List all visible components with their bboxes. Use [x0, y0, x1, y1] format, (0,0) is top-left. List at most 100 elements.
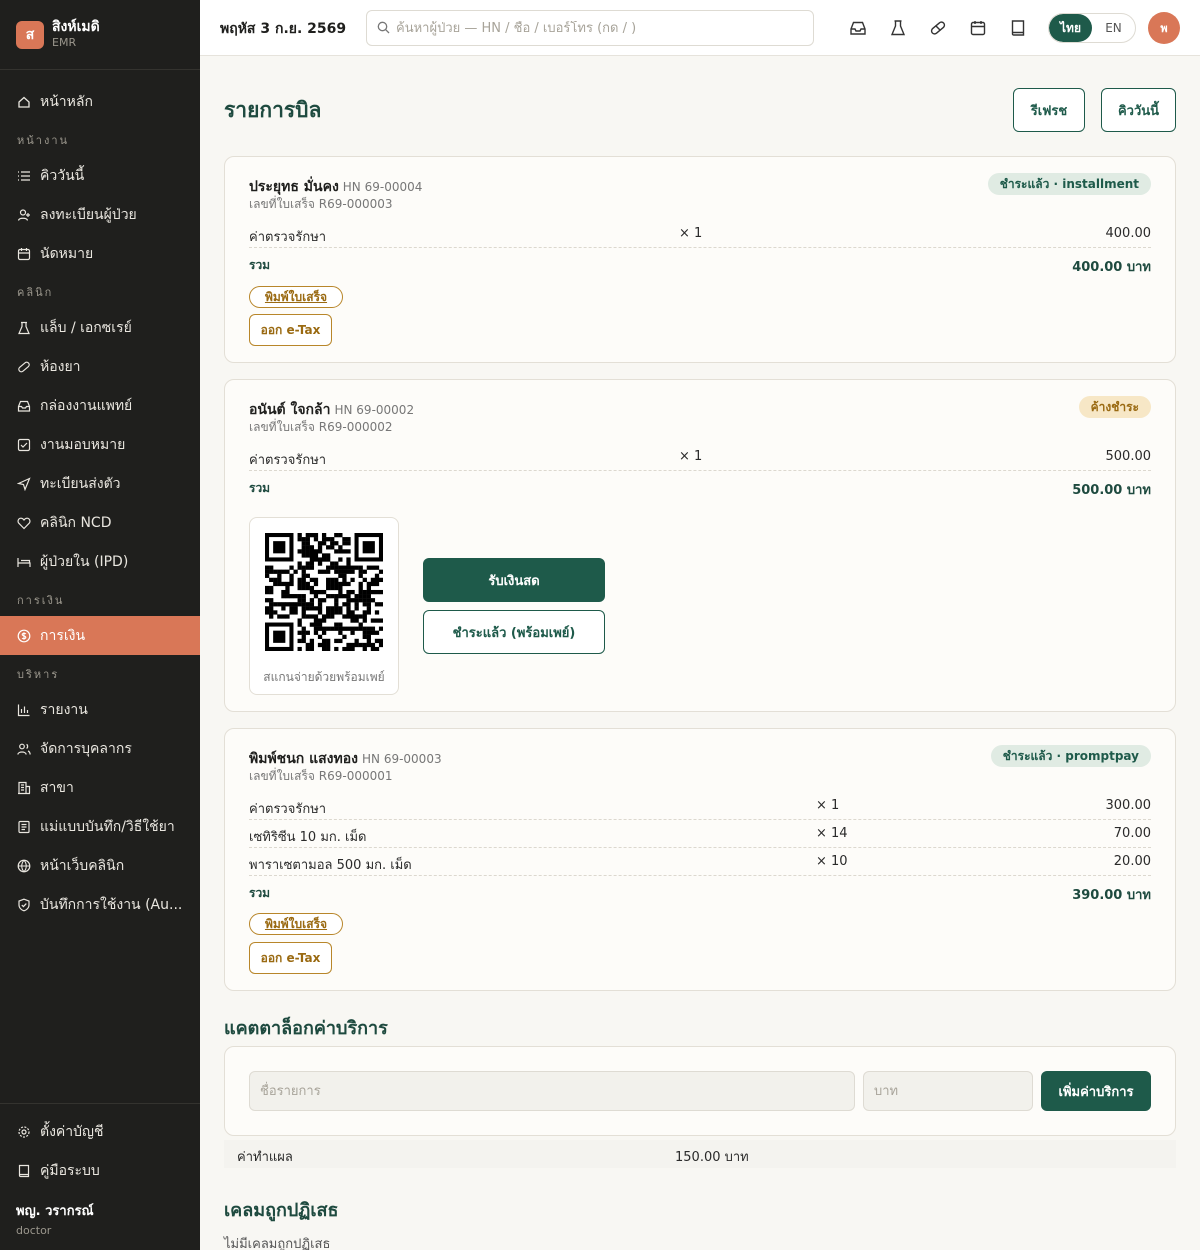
book-icon[interactable] — [1008, 18, 1028, 38]
sidebar-item-tasks[interactable]: งานมอบหมาย — [0, 425, 200, 464]
sidebar-item-staff[interactable]: จัดการบุคลากร — [0, 729, 200, 768]
page-title: รายการบิล — [224, 98, 322, 122]
qr-code — [265, 533, 383, 651]
user-name: พญ. วรากรณ์ — [16, 1204, 94, 1219]
sidebar-item-label: จัดการบุคลากร — [40, 740, 132, 757]
user-role: doctor — [16, 1224, 52, 1237]
sidebar-item-ipd[interactable]: ผู้ป่วยใน (IPD) — [0, 542, 200, 581]
today-queue-button[interactable]: คิววันนี้ — [1101, 88, 1176, 132]
shield-check-icon — [17, 898, 31, 912]
sidebar-item-register[interactable]: ลงทะเบียนผู้ป่วย — [0, 195, 200, 234]
sidebar-item-lab[interactable]: แล็บ / เอกซเรย์ — [0, 308, 200, 347]
bill-total: รวม 390.00 บาท — [249, 886, 1151, 903]
sidebar-item-label: สาขา — [40, 779, 74, 796]
sidebar-item-home[interactable]: หน้าหลัก — [0, 82, 200, 121]
sidebar-item-audit[interactable]: บันทึกการใช้งาน (Au... — [0, 885, 200, 924]
inbox-icon — [17, 399, 31, 413]
lang-th-option[interactable]: ไทย — [1049, 14, 1092, 42]
sidebar: ส สิงห์เมดิ EMR หน้าหลัก หน้างาน คิววันน… — [0, 0, 200, 1250]
brand-logo: ส — [16, 20, 44, 49]
calendar-icon — [17, 247, 31, 261]
document-icon — [17, 820, 31, 834]
brand-name: สิงห์เมดิ — [52, 19, 100, 35]
status-badge: ชำระแล้ว · installment — [987, 173, 1151, 195]
status-badge: ค้างชำระ — [1078, 396, 1151, 418]
sidebar-item-website[interactable]: หน้าเว็บคลินิก — [0, 846, 200, 885]
gear-icon — [17, 1125, 31, 1139]
search-input[interactable] — [396, 20, 796, 36]
search-icon — [377, 19, 390, 38]
bill-line-row: ค่าตรวจรักษา × 1 500.00 — [249, 443, 1151, 471]
bill-card: พิมพ์ชนก แสงทอง HN 69-00003 เลขที่ใบเสร็จ… — [224, 728, 1176, 991]
bar-chart-icon — [17, 703, 31, 717]
avatar[interactable]: พ — [1148, 12, 1180, 44]
catalog-item-price: 150.00 บาท — [675, 1150, 749, 1165]
sidebar-item-account-settings[interactable]: ตั้งค่าบัญชี — [0, 1112, 200, 1151]
sidebar-item-label: รายงาน — [40, 701, 88, 718]
heart-pulse-icon — [17, 516, 31, 530]
bill-total-value: 500.00 บาท — [1072, 483, 1151, 498]
brand[interactable]: ส สิงห์เมดิ EMR — [0, 0, 200, 70]
bill-line-row: เซทิริซีน 10 มก. เม็ด × 14 70.00 — [249, 820, 1151, 848]
catalog-price-field[interactable] — [863, 1071, 1033, 1111]
sidebar-item-templates[interactable]: แม่แบบบันทึก/วิธีใช้ยา — [0, 807, 200, 846]
sidebar-item-doctor-inbox[interactable]: กล่องงานแพทย์ — [0, 386, 200, 425]
check-square-icon — [17, 438, 31, 452]
list-icon — [17, 169, 31, 183]
sidebar-footer: ตั้งค่าบัญชี คู่มือระบบ พญ. วรากรณ์ doct… — [0, 1103, 200, 1237]
sidebar-item-billing[interactable]: การเงิน — [0, 616, 200, 655]
patient-search[interactable] — [366, 10, 814, 46]
sidebar-item-appointments[interactable]: นัดหมาย — [0, 234, 200, 273]
sidebar-item-label: แม่แบบบันทึก/วิธีใช้ยา — [40, 818, 175, 835]
sidebar-item-label: บันทึกการใช้งาน (Au... — [40, 896, 183, 913]
calendar-icon[interactable] — [968, 18, 988, 38]
language-toggle[interactable]: ไทย EN — [1048, 13, 1136, 43]
sidebar-item-manual[interactable]: คู่มือระบบ — [0, 1151, 200, 1190]
sidebar-item-queue[interactable]: คิววันนี้ — [0, 156, 200, 195]
sidebar-item-label: ตั้งค่าบัญชี — [40, 1123, 104, 1140]
sidebar-item-label: คลินิก NCD — [40, 514, 112, 531]
receive-cash-button[interactable]: รับเงินสด — [423, 558, 605, 602]
sidebar-item-label: คิววันนี้ — [40, 167, 85, 184]
refresh-button[interactable]: รีเฟรช — [1013, 88, 1085, 132]
sidebar-item-referrals[interactable]: ทะเบียนส่งตัว — [0, 464, 200, 503]
sidebar-item-label: หน้าเว็บคลินิก — [40, 857, 125, 874]
catalog-name-input[interactable] — [250, 1072, 854, 1110]
bill-card: ประยุทธ มั่นคง HN 69-00004 เลขที่ใบเสร็จ … — [224, 156, 1176, 363]
flask-icon[interactable] — [888, 18, 908, 38]
sidebar-item-label: คู่มือระบบ — [40, 1162, 100, 1179]
pill-icon[interactable] — [928, 18, 948, 38]
user-plus-icon — [17, 208, 31, 222]
catalog-form-card: เพิ่มค่าบริการ — [224, 1046, 1176, 1136]
inbox-icon[interactable] — [848, 18, 868, 38]
etax-button[interactable]: ออก e-Tax — [249, 314, 332, 346]
user-block[interactable]: พญ. วรากรณ์ doctor — [0, 1190, 200, 1237]
sidebar-item-ncd[interactable]: คลินิก NCD — [0, 503, 200, 542]
receipt-number: เลขที่ใบเสร็จ R69-000001 — [249, 769, 393, 783]
topbar: พฤหัส 3 ก.ย. 2569 ไทย EN พ — [200, 0, 1200, 56]
catalog-name-field[interactable] — [249, 1071, 855, 1111]
print-receipt-button[interactable]: พิมพ์ใบเสร็จ — [249, 913, 343, 935]
sidebar-item-label: หน้าหลัก — [40, 93, 93, 110]
lang-en-option[interactable]: EN — [1092, 14, 1135, 42]
catalog-price-input[interactable] — [864, 1072, 1032, 1110]
catalog-item-name: ค่าทำแผล — [237, 1150, 293, 1165]
home-icon — [17, 95, 31, 109]
bill-line-row: ค่าตรวจรักษา × 1 400.00 — [249, 220, 1151, 248]
etax-button[interactable]: ออก e-Tax — [249, 942, 332, 974]
sidebar-item-reports[interactable]: รายงาน — [0, 690, 200, 729]
sidebar-item-label: ทะเบียนส่งตัว — [40, 475, 121, 492]
sidebar-item-pharmacy[interactable]: ห้องยา — [0, 347, 200, 386]
users-icon — [17, 742, 31, 756]
sidebar-item-label: ห้องยา — [40, 358, 81, 375]
sidebar-item-branches[interactable]: สาขา — [0, 768, 200, 807]
catalog-item-row[interactable]: ค่าทำแผล 150.00 บาท — [224, 1140, 1176, 1168]
sidebar-nav: หน้าหลัก หน้างาน คิววันนี้ ลงทะเบียนผู้ป… — [0, 82, 200, 924]
mark-promptpay-paid-button[interactable]: ชำระแล้ว (พร้อมเพย์) — [423, 610, 605, 654]
send-icon — [17, 476, 31, 491]
receipt-number: เลขที่ใบเสร็จ R69-000003 — [249, 197, 393, 211]
promptpay-qr-panel: สแกนจ่ายด้วยพร้อมเพย์ — [249, 517, 399, 695]
print-receipt-button[interactable]: พิมพ์ใบเสร็จ — [249, 286, 343, 308]
current-date: พฤหัส 3 ก.ย. 2569 — [220, 21, 347, 37]
add-service-button[interactable]: เพิ่มค่าบริการ — [1041, 1071, 1151, 1111]
